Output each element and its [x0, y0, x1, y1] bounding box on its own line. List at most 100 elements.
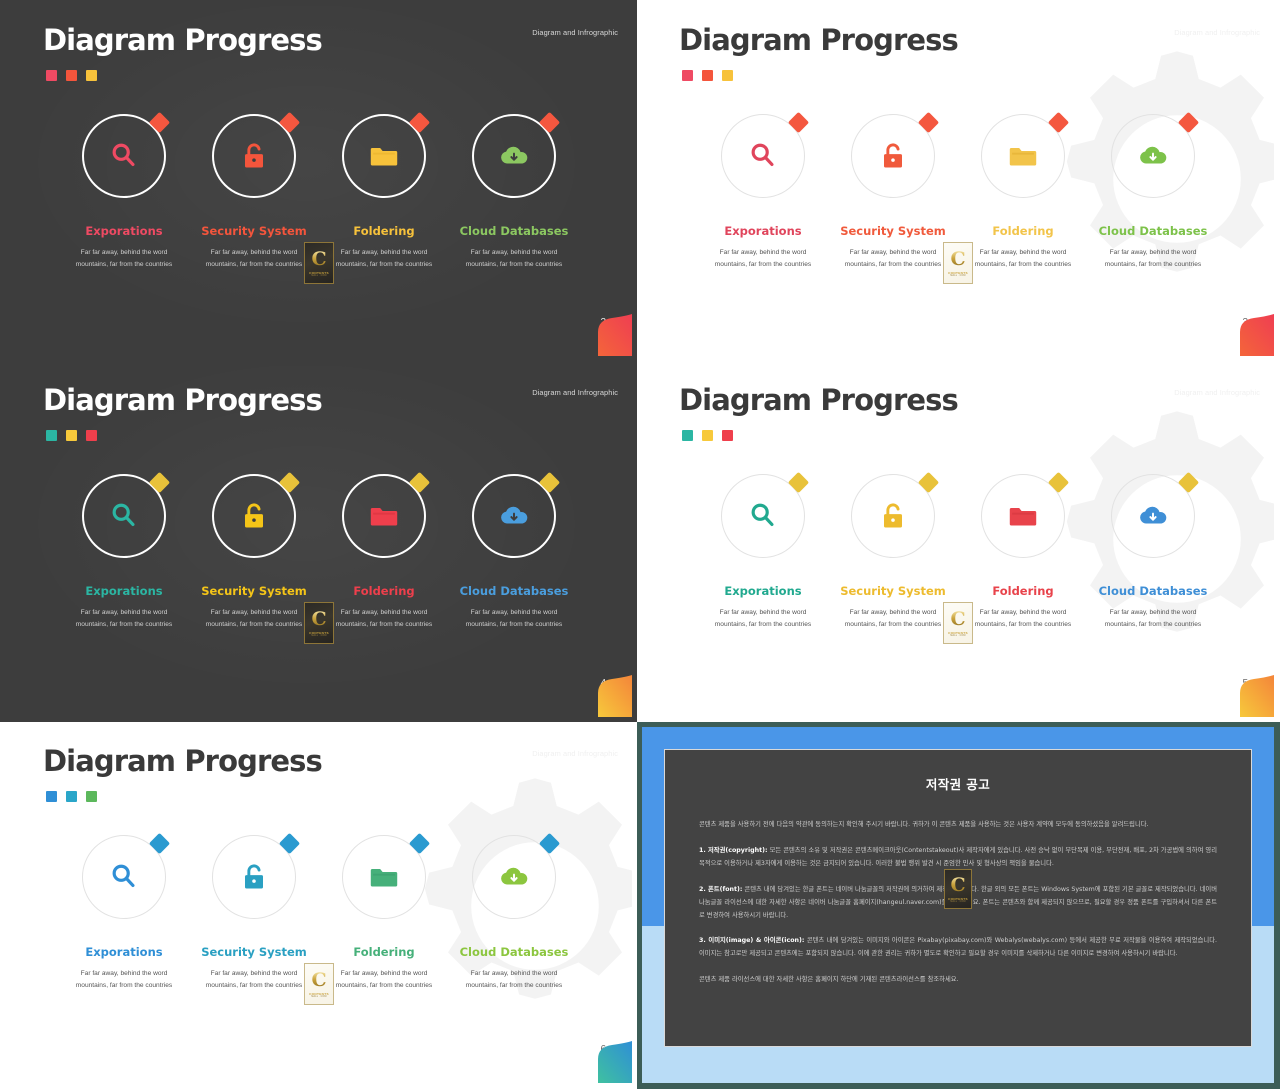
- step-item[interactable]: Cloud Databases Far far away, behind the…: [1088, 111, 1218, 270]
- unlock-icon: [239, 862, 269, 892]
- step-item[interactable]: Foldering Far far away, behind the word …: [319, 111, 449, 270]
- step-ring-wrap: [472, 832, 561, 919]
- step-title: Cloud Databases: [1098, 584, 1208, 598]
- stamp-letter: C: [311, 247, 327, 270]
- step-item[interactable]: Cloud Databases Far far away, behind the…: [449, 471, 579, 630]
- accent-dot-2: [66, 791, 77, 802]
- slide-copyright[interactable]: 저작권 공고 콘텐츠 제품을 사용하기 전에 다음의 약관에 동의하는지 확인해…: [637, 722, 1280, 1089]
- header-eyebrow: Diagram and Infrographic: [532, 388, 618, 397]
- accent-dot-2: [702, 430, 713, 441]
- step-item[interactable]: Foldering Far far away, behind the word …: [319, 471, 449, 630]
- copyright-paragraph-1-body: 모든 콘텐츠의 소유 및 저작권은 콘텐츠메이크아웃(Contentstakeo…: [699, 846, 1217, 867]
- accent-dots: [46, 430, 97, 441]
- accent-dots: [46, 70, 97, 81]
- step-title: Exporations: [724, 224, 802, 238]
- step-description: Far far away, behind the word mountains,…: [335, 970, 433, 989]
- step-title: Cloud Databases: [459, 945, 569, 959]
- search-icon: [748, 141, 778, 171]
- step-item[interactable]: Security System Far far away, behind the…: [189, 111, 334, 284]
- folder-icon: [1008, 501, 1038, 531]
- steps-row: Exporations Far far away, behind the wor…: [6, 111, 632, 284]
- step-description: Far far away, behind the word mountains,…: [844, 249, 942, 268]
- step-description: Far far away, behind the word mountains,…: [1104, 249, 1202, 268]
- step-item[interactable]: Foldering Far far away, behind the word …: [319, 832, 449, 991]
- contents-watermark-stamp: C CONTENTS MALL . COM: [943, 242, 973, 284]
- step-item[interactable]: Exporations Far far away, behind the wor…: [59, 471, 189, 630]
- stamp-sub: MALL . COM: [311, 274, 327, 277]
- step-item[interactable]: Foldering Far far away, behind the word …: [958, 471, 1088, 630]
- step-item[interactable]: Security System Far far away, behind the…: [828, 111, 973, 284]
- page-title: Diagram Progress: [43, 383, 323, 417]
- step-title: Exporations: [85, 584, 163, 598]
- step-item[interactable]: Cloud Databases Far far away, behind the…: [1088, 471, 1218, 630]
- slide-6[interactable]: Diagram and Infrographic Diagram Progres…: [0, 722, 637, 1089]
- step-ring-wrap: [1111, 111, 1200, 198]
- slide-5[interactable]: Diagram and Infrographic Diagram Progres…: [637, 361, 1280, 722]
- step-item[interactable]: Exporations Far far away, behind the wor…: [59, 832, 189, 991]
- contents-watermark-stamp: C CONTENTS MALL . COM: [943, 602, 973, 644]
- contents-watermark-stamp: C CONTENTS MALL . COM: [944, 869, 972, 910]
- step-description: Far far away, behind the word mountains,…: [714, 249, 812, 268]
- slide-2[interactable]: Diagram and Infrographic Diagram Progres…: [0, 0, 637, 361]
- accent-dot-1: [46, 430, 57, 441]
- step-description: Far far away, behind the word mountains,…: [844, 609, 942, 628]
- step-item[interactable]: Cloud Databases Far far away, behind the…: [449, 111, 579, 270]
- unlock-icon: [239, 141, 269, 171]
- step-ring-wrap: [212, 832, 301, 919]
- accent-dots: [682, 70, 733, 81]
- step-description: Far far away, behind the word mountains,…: [75, 970, 173, 989]
- copyright-title: 저작권 공고: [925, 777, 991, 792]
- corner-ribbon: [1228, 675, 1274, 717]
- search-icon: [109, 862, 139, 892]
- contents-watermark-stamp: C CONTENTS MALL . COM: [304, 963, 334, 1005]
- step-ring-wrap: [1111, 471, 1200, 558]
- copyright-paragraph-2-lead: 2. 폰트(font):: [699, 885, 743, 893]
- step-title: Foldering: [992, 224, 1054, 238]
- accent-dot-2: [66, 430, 77, 441]
- step-item[interactable]: Security System Far far away, behind the…: [189, 471, 334, 644]
- step-description: Far far away, behind the word mountains,…: [1104, 609, 1202, 628]
- step-title: Security System: [201, 584, 307, 598]
- step-description: Far far away, behind the word mountains,…: [974, 609, 1072, 628]
- step-item[interactable]: Exporations Far far away, behind the wor…: [59, 111, 189, 270]
- unlock-icon: [878, 141, 908, 171]
- stamp-sub: MALL . COM: [950, 274, 966, 277]
- step-item[interactable]: Cloud Databases Far far away, behind the…: [449, 832, 579, 991]
- step-ring-wrap: [342, 111, 431, 198]
- contents-watermark-stamp: C CONTENTS MALL . COM: [304, 242, 334, 284]
- step-ring-wrap: [82, 471, 171, 558]
- step-ring-wrap: [472, 471, 561, 558]
- step-description: Far far away, behind the word mountains,…: [335, 609, 433, 628]
- slide-4[interactable]: Diagram and Infrographic Diagram Progres…: [0, 361, 637, 722]
- accent-dots: [682, 430, 733, 441]
- cloud-download-icon: [1138, 501, 1168, 531]
- copyright-paragraph-3-lead: 3. 이미지(image) & 아이콘(icon):: [699, 937, 805, 945]
- slide-3[interactable]: Diagram and Infrographic Diagram Progres…: [637, 0, 1280, 361]
- step-item[interactable]: Exporations Far far away, behind the wor…: [698, 111, 828, 270]
- steps-row: Exporations Far far away, behind the wor…: [642, 111, 1274, 284]
- step-ring-wrap: [82, 832, 171, 919]
- header-eyebrow: Diagram and Infrographic: [532, 749, 618, 758]
- accent-dot-3: [86, 791, 97, 802]
- step-item[interactable]: Security System Far far away, behind the…: [189, 832, 334, 1005]
- copyright-paragraph-3: 3. 이미지(image) & 아이콘(icon): 콘텐츠 내에 담겨있는 이…: [699, 935, 1217, 961]
- step-description: Far far away, behind the word mountains,…: [205, 970, 303, 989]
- step-ring-wrap: [212, 111, 301, 198]
- header-eyebrow: Diagram and Infrographic: [1174, 388, 1260, 397]
- step-item[interactable]: Foldering Far far away, behind the word …: [958, 111, 1088, 270]
- step-item[interactable]: Security System Far far away, behind the…: [828, 471, 973, 644]
- corner-ribbon: [586, 314, 632, 356]
- step-title: Cloud Databases: [459, 224, 569, 238]
- step-item[interactable]: Exporations Far far away, behind the wor…: [698, 471, 828, 630]
- copyright-paragraph-1: 1. 저작권(copyright): 모든 콘텐츠의 소유 및 저작권은 콘텐츠…: [699, 845, 1217, 871]
- search-icon: [109, 141, 139, 171]
- step-ring-wrap: [342, 471, 431, 558]
- folder-icon: [369, 141, 399, 171]
- unlock-icon: [239, 501, 269, 531]
- step-ring-wrap: [851, 471, 940, 558]
- step-description: Far far away, behind the word mountains,…: [465, 970, 563, 989]
- header-eyebrow: Diagram and Infrographic: [532, 28, 618, 37]
- step-ring-wrap: [342, 832, 431, 919]
- copyright-paragraph-1-lead: 1. 저작권(copyright):: [699, 846, 768, 854]
- step-title: Cloud Databases: [459, 584, 569, 598]
